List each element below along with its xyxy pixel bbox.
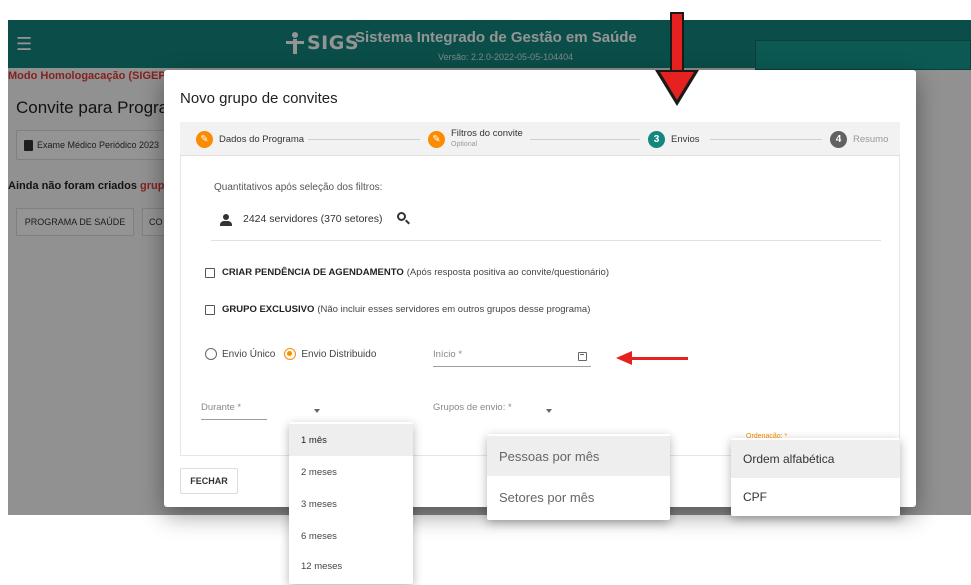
send-groups-menu: Pessoas por mês Setores por mês bbox=[487, 434, 670, 520]
send-groups-option[interactable]: Setores por mês bbox=[487, 477, 670, 517]
step-program-data[interactable]: ✎ Dados do Programa bbox=[196, 122, 304, 156]
quantities-label: Quantitativos após seleção dos filtros: bbox=[214, 182, 383, 193]
stepper: ✎ Dados do Programa ✎ Filtros do convite… bbox=[180, 122, 900, 156]
radio-distributed[interactable] bbox=[284, 348, 297, 360]
sending-panel: Quantitativos após seleção dos filtros: … bbox=[180, 156, 900, 456]
exclusive-checkbox-bold: GRUPO EXCLUSIVO bbox=[222, 304, 315, 315]
red-arrow-left bbox=[630, 357, 688, 360]
close-button[interactable]: FECHAR bbox=[180, 468, 238, 494]
duration-option[interactable]: 12 meses bbox=[289, 550, 413, 582]
step-filters-sub: Optional bbox=[451, 141, 478, 148]
step-number: 3 bbox=[648, 130, 665, 148]
step-label: Filtros do convite Optional bbox=[451, 128, 523, 150]
send-groups-option[interactable]: Pessoas por mês bbox=[487, 436, 670, 476]
pending-checkbox-rest: (Após resposta positiva ao convite/quest… bbox=[406, 267, 610, 278]
dialog-title: Novo grupo de convites bbox=[180, 90, 338, 107]
step-label: Envios bbox=[671, 133, 700, 145]
step-label: Resumo bbox=[853, 133, 889, 145]
step-number: 4 bbox=[830, 130, 847, 148]
red-arrow-down bbox=[670, 12, 684, 72]
sending-type-radios: Envio Único Envio Distribuido bbox=[205, 348, 385, 360]
calendar-icon[interactable] bbox=[578, 352, 587, 361]
pending-checkbox-row[interactable]: CRIAR PENDÊNCIA DE AGENDAMENTO (Após res… bbox=[205, 267, 609, 278]
step-connector bbox=[710, 139, 822, 140]
step-sending[interactable]: 3 Envios bbox=[648, 122, 700, 156]
step-summary[interactable]: 4 Resumo bbox=[830, 122, 888, 156]
radio-single-label[interactable]: Envio Único bbox=[222, 349, 275, 360]
chevron-down-icon[interactable] bbox=[314, 409, 320, 413]
red-arrow-down-head-fill bbox=[660, 72, 694, 100]
person-icon bbox=[220, 214, 232, 226]
ordering-menu: Ordem alfabética CPF bbox=[731, 438, 900, 516]
exclusive-checkbox[interactable] bbox=[205, 304, 215, 315]
pending-checkbox[interactable] bbox=[205, 267, 215, 278]
divider bbox=[211, 240, 881, 241]
step-filters[interactable]: ✎ Filtros do convite Optional bbox=[428, 122, 523, 156]
step-filters-label: Filtros do convite bbox=[451, 128, 523, 139]
step-label: Dados do Programa bbox=[219, 133, 305, 145]
duration-menu: 1 mês 2 meses 3 meses 6 meses 12 meses bbox=[289, 422, 413, 584]
duration-field[interactable]: Durante * bbox=[201, 402, 267, 420]
screenshot-stage: ☰ SIGS Sistema Integrado de Gestão em Sa… bbox=[0, 0, 971, 585]
duration-option[interactable]: 1 mês bbox=[289, 424, 413, 456]
send-groups-field[interactable]: Grupos de envio: * bbox=[433, 402, 553, 420]
step-connector bbox=[530, 139, 640, 140]
servers-summary: 2424 servidores (370 setores) bbox=[243, 213, 383, 225]
radio-distributed-label[interactable]: Envio Distribuido bbox=[301, 349, 376, 360]
ordering-option[interactable]: Ordem alfabética bbox=[731, 440, 900, 478]
pencil-icon: ✎ bbox=[196, 130, 213, 148]
ordering-option[interactable]: CPF bbox=[731, 478, 900, 516]
start-date-field[interactable]: Início * bbox=[433, 349, 591, 367]
red-arrow-left-head bbox=[616, 351, 632, 365]
exclusive-checkbox-rest: (Não incluir esses servidores em outros … bbox=[317, 304, 591, 315]
radio-single[interactable] bbox=[205, 348, 217, 360]
exclusive-checkbox-row[interactable]: GRUPO EXCLUSIVO (Não incluir esses servi… bbox=[205, 304, 590, 315]
duration-option[interactable]: 6 meses bbox=[289, 520, 413, 552]
search-icon[interactable] bbox=[397, 212, 411, 226]
pending-checkbox-bold: CRIAR PENDÊNCIA DE AGENDAMENTO bbox=[222, 267, 404, 278]
pencil-icon: ✎ bbox=[428, 130, 445, 148]
chevron-down-icon[interactable] bbox=[546, 409, 552, 413]
duration-option[interactable]: 3 meses bbox=[289, 488, 413, 520]
step-connector bbox=[308, 139, 420, 140]
duration-option[interactable]: 2 meses bbox=[289, 456, 413, 488]
